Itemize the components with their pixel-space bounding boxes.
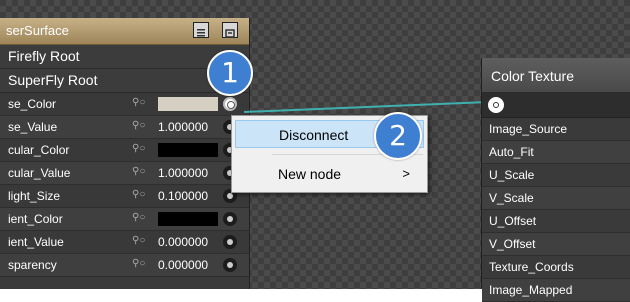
input-row[interactable]: V_Scale: [482, 187, 630, 210]
input-row[interactable]: Image_Mapped: [482, 279, 630, 302]
output-row: [482, 93, 630, 118]
input-row[interactable]: U_Offset: [482, 210, 630, 233]
step-badge-1: 1: [207, 50, 253, 96]
param-row[interactable]: ient_Value ⚲○ 0.000000: [0, 231, 249, 254]
superfly-root-label: SuperFly Root: [8, 72, 98, 88]
param-row[interactable]: sparency ⚲○ 0.000000: [0, 254, 249, 277]
node-title: serSurface: [6, 23, 69, 38]
color-swatch[interactable]: [158, 212, 218, 226]
menu-item-label: New node: [278, 166, 342, 182]
menu-item-new-node[interactable]: New node >: [235, 160, 424, 188]
color-swatch[interactable]: [158, 97, 218, 111]
input-label: V_Offset: [489, 237, 536, 251]
link-icon[interactable]: ⚲○: [132, 212, 145, 223]
link-icon[interactable]: ⚲○: [132, 258, 145, 269]
link-icon[interactable]: ⚲○: [132, 235, 145, 246]
node-title: Color Texture: [491, 68, 575, 84]
input-row[interactable]: V_Offset: [482, 233, 630, 256]
node-menu-icon[interactable]: [193, 22, 209, 38]
input-row[interactable]: Auto_Fit: [482, 141, 630, 164]
input-label: Image_Mapped: [489, 283, 573, 297]
link-icon[interactable]: ⚲○: [132, 97, 145, 108]
param-row[interactable]: cular_Color ⚲○: [0, 139, 249, 162]
input-label: Auto_Fit: [489, 145, 534, 159]
input-label: Image_Source: [489, 122, 568, 136]
param-name: ient_Value: [8, 235, 64, 249]
param-value[interactable]: 0.000000: [158, 258, 208, 272]
input-label: Texture_Coords: [489, 260, 574, 274]
param-row[interactable]: se_Color ⚲○: [0, 93, 249, 116]
color-texture-node[interactable]: Color Texture Image_Source Auto_Fit U_Sc…: [481, 58, 630, 302]
color-swatch[interactable]: [158, 143, 218, 157]
param-name: light_Size: [8, 189, 61, 203]
param-value[interactable]: 1.000000: [158, 120, 208, 134]
param-row[interactable]: light_Size ⚲○ 0.100000: [0, 185, 249, 208]
param-row[interactable]: ient_Color ⚲○: [0, 208, 249, 231]
input-socket[interactable]: [223, 258, 237, 272]
node-collapse-icon[interactable]: [222, 22, 238, 38]
param-row[interactable]: se_Value ⚲○ 1.000000: [0, 116, 249, 139]
link-icon[interactable]: ⚲○: [132, 143, 145, 154]
input-row[interactable]: Texture_Coords: [482, 256, 630, 279]
input-socket[interactable]: [223, 212, 237, 226]
node-title-bar[interactable]: Color Texture: [482, 58, 630, 93]
input-label: U_Scale: [489, 168, 535, 182]
menu-item-label: Disconnect: [279, 127, 349, 143]
input-row[interactable]: Image_Source: [482, 118, 630, 141]
param-name: sparency: [8, 258, 57, 272]
param-name: se_Color: [8, 97, 57, 111]
link-icon[interactable]: ⚲○: [132, 120, 145, 131]
param-name: cular_Value: [8, 166, 71, 180]
output-socket-icon[interactable]: [488, 97, 504, 113]
param-value[interactable]: 0.000000: [158, 235, 208, 249]
input-row[interactable]: U_Scale: [482, 164, 630, 187]
input-socket[interactable]: [223, 235, 237, 249]
param-row[interactable]: cular_Value ⚲○ 1.000000: [0, 162, 249, 185]
input-label: V_Scale: [489, 191, 534, 205]
param-value[interactable]: 1.000000: [158, 166, 208, 180]
firefly-root-label: Firefly Root: [8, 48, 80, 64]
link-icon[interactable]: ⚲○: [132, 166, 145, 177]
input-socket-connected[interactable]: [223, 97, 237, 111]
submenu-arrow-icon: >: [402, 166, 410, 181]
param-value[interactable]: 0.100000: [158, 189, 208, 203]
param-name: se_Value: [8, 120, 58, 134]
input-label: U_Offset: [489, 214, 537, 228]
step-badge-2: 2: [374, 112, 422, 160]
link-icon[interactable]: ⚲○: [132, 189, 145, 200]
node-title-bar[interactable]: serSurface: [0, 18, 249, 45]
param-name: ient_Color: [8, 212, 63, 226]
param-name: cular_Color: [8, 143, 70, 157]
